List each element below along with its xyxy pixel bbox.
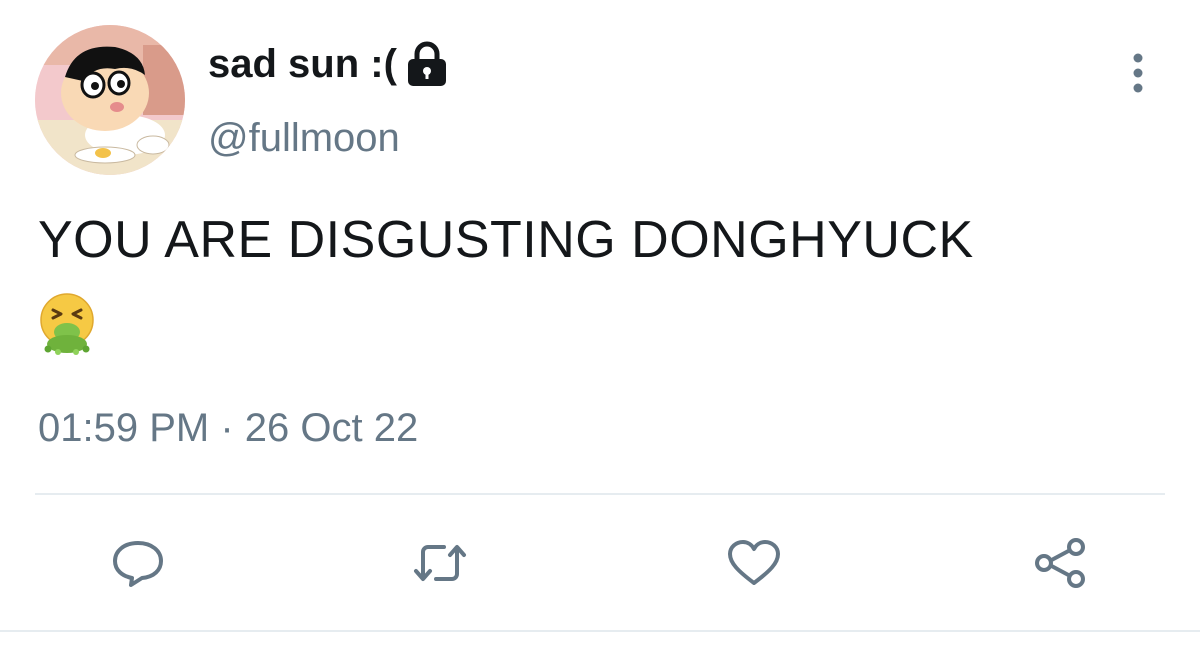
tweet-timestamp[interactable]: 01:59 PM · 26 Oct 22: [38, 406, 418, 451]
display-name[interactable]: sad sun :(: [208, 40, 449, 88]
share-button[interactable]: [1032, 538, 1088, 588]
avatar-image: [35, 25, 185, 175]
share-icon: [1035, 538, 1085, 588]
lock-icon: [405, 40, 449, 88]
heart-icon: [728, 540, 780, 585]
user-handle[interactable]: @fullmoon: [208, 116, 400, 161]
retweet-button[interactable]: [412, 538, 468, 588]
retweet-icon: [414, 545, 466, 581]
avatar[interactable]: [35, 25, 185, 175]
display-name-text: sad sun :(: [208, 41, 397, 86]
vomiting-face-emoji: [36, 292, 98, 356]
divider: [0, 630, 1200, 632]
tweet-text: YOU ARE DISGUSTING DONGHYUCK: [38, 211, 974, 269]
more-vertical-icon[interactable]: [1128, 52, 1148, 94]
reply-icon: [113, 541, 163, 587]
divider: [35, 493, 1165, 495]
like-button[interactable]: [726, 538, 782, 588]
reply-button[interactable]: [110, 538, 166, 588]
